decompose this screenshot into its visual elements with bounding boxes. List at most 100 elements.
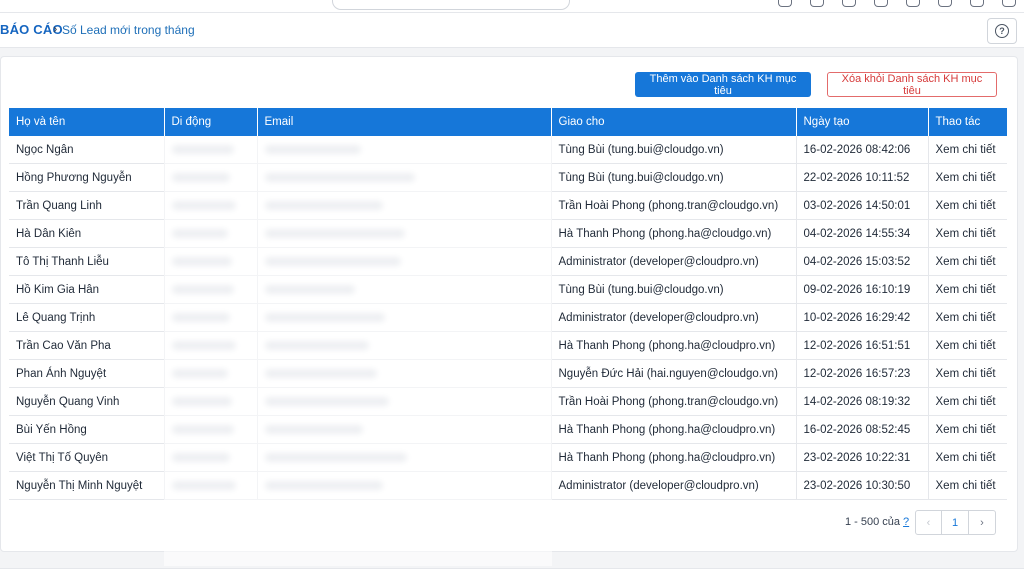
cell-name: Hồ Kim Gia Hân bbox=[9, 275, 165, 304]
redacted-value bbox=[264, 340, 369, 350]
pagination-info: 1 - 500 của? bbox=[845, 516, 909, 528]
settings-icon[interactable] bbox=[842, 0, 856, 7]
cell-created: 04-02-2026 14:55:34 bbox=[796, 219, 929, 248]
view-detail-link[interactable]: Xem chi tiết bbox=[928, 331, 1007, 360]
cell-email bbox=[257, 247, 552, 276]
pagination-total[interactable]: ? bbox=[903, 516, 909, 528]
cell-mobile bbox=[164, 219, 258, 248]
gear-icon[interactable] bbox=[1002, 0, 1016, 7]
table-row[interactable]: Lê Quang Trịnh Administrator (developer@c… bbox=[9, 303, 1007, 332]
cell-assignee: Hà Thanh Phong (phong.ha@cloudpro.vn) bbox=[551, 415, 797, 444]
redacted-value bbox=[264, 144, 361, 154]
cell-name: Bùi Yến Hồng bbox=[9, 415, 165, 444]
redacted-value bbox=[171, 452, 230, 462]
view-detail-link[interactable]: Xem chi tiết bbox=[928, 219, 1007, 248]
table-row[interactable]: Việt Thị Tố Quyên Hà Thanh Phong (phong.h… bbox=[9, 443, 1007, 472]
view-detail-link[interactable]: Xem chi tiết bbox=[928, 359, 1007, 388]
document-icon[interactable] bbox=[970, 0, 984, 7]
page-button-current[interactable]: 1 bbox=[942, 510, 969, 535]
global-search-input[interactable] bbox=[332, 0, 570, 10]
chat-icon[interactable] bbox=[906, 0, 920, 7]
redacted-value bbox=[171, 256, 232, 266]
pagination-controls: ‹ 1 › bbox=[915, 510, 996, 535]
cell-assignee: Nguyễn Đức Hải (hai.nguyen@cloudgo.vn) bbox=[551, 359, 797, 388]
cell-assignee: Administrator (developer@cloudpro.vn) bbox=[551, 303, 797, 332]
table-row[interactable]: Ngọc Ngân Tùng Bùi (tung.bui@cloudgo.vn) 1… bbox=[9, 136, 1007, 164]
previous-page-button[interactable]: ‹ bbox=[915, 510, 942, 535]
cell-name: Hà Dân Kiên bbox=[9, 219, 165, 248]
view-detail-link[interactable]: Xem chi tiết bbox=[928, 191, 1007, 220]
cell-mobile bbox=[164, 247, 258, 276]
table-row[interactable]: Nguyễn Thị Minh Nguyệt Administrator (dev… bbox=[9, 471, 1007, 500]
cell-created: 23-02-2026 10:22:31 bbox=[796, 443, 929, 472]
table-row[interactable]: Trần Cao Văn Pha Hà Thanh Phong (phong.ha… bbox=[9, 331, 1007, 360]
column-header-action: Thao tác bbox=[928, 108, 1007, 136]
cell-mobile bbox=[164, 471, 258, 500]
user-icon[interactable] bbox=[874, 0, 888, 7]
column-header-created[interactable]: Ngày tạo bbox=[796, 108, 929, 136]
column-header-email[interactable]: Email bbox=[257, 108, 552, 136]
table-row[interactable]: Bùi Yến Hồng Hà Thanh Phong (phong.ha@clo… bbox=[9, 415, 1007, 444]
cell-email bbox=[257, 191, 552, 220]
view-detail-link[interactable]: Xem chi tiết bbox=[928, 471, 1007, 500]
view-detail-link[interactable]: Xem chi tiết bbox=[928, 275, 1007, 304]
cell-assignee: Trần Hoài Phong (phong.tran@cloudgo.vn) bbox=[551, 191, 797, 220]
redacted-value bbox=[264, 452, 407, 462]
cell-mobile bbox=[164, 191, 258, 220]
table-row[interactable]: Tô Thị Thanh Liễu Administrator (develope… bbox=[9, 247, 1007, 276]
cell-mobile bbox=[164, 275, 258, 304]
column-header-assignee[interactable]: Giao cho bbox=[551, 108, 797, 136]
redacted-value bbox=[264, 200, 383, 210]
cell-name: Trần Quang Linh bbox=[9, 191, 165, 220]
redacted-value bbox=[171, 368, 228, 378]
cell-email bbox=[257, 303, 552, 332]
cell-created: 09-02-2026 16:10:19 bbox=[796, 275, 929, 304]
cell-created: 14-02-2026 08:19:32 bbox=[796, 387, 929, 416]
question-icon: ? bbox=[995, 24, 1009, 38]
view-detail-link[interactable]: Xem chi tiết bbox=[928, 387, 1007, 416]
help-button[interactable]: ? bbox=[987, 18, 1017, 44]
redacted-value bbox=[171, 340, 236, 350]
view-detail-link[interactable]: Xem chi tiết bbox=[928, 303, 1007, 332]
table-row[interactable]: Hồ Kim Gia Hân Tùng Bùi (tung.bui@cloudgo… bbox=[9, 275, 1007, 304]
table-row[interactable]: Phan Ánh Nguyệt Nguyễn Đức Hải (hai.nguye… bbox=[9, 359, 1007, 388]
table-row[interactable]: Nguyễn Quang Vinh Trần Hoài Phong (phong.… bbox=[9, 387, 1007, 416]
cell-assignee: Trần Hoài Phong (phong.tran@cloudgo.vn) bbox=[551, 387, 797, 416]
table-row[interactable]: Hà Dân Kiên Hà Thanh Phong (phong.ha@clou… bbox=[9, 219, 1007, 248]
view-detail-link[interactable]: Xem chi tiết bbox=[928, 415, 1007, 444]
cell-created: 10-02-2026 16:29:42 bbox=[796, 303, 929, 332]
cell-email bbox=[257, 275, 552, 304]
cell-mobile bbox=[164, 163, 258, 192]
cell-email bbox=[257, 163, 552, 192]
view-detail-link[interactable]: Xem chi tiết bbox=[928, 443, 1007, 472]
cell-created: 12-02-2026 16:57:23 bbox=[796, 359, 929, 388]
add-to-target-list-button[interactable]: Thêm vào Danh sách KH mục tiêu bbox=[635, 72, 811, 97]
cell-email bbox=[257, 331, 552, 360]
cell-mobile bbox=[164, 303, 258, 332]
cell-email bbox=[257, 415, 552, 444]
table-row[interactable]: Trần Quang Linh Trần Hoài Phong (phong.tr… bbox=[9, 191, 1007, 220]
cell-mobile bbox=[164, 359, 258, 388]
cell-assignee: Tùng Bùi (tung.bui@cloudgo.vn) bbox=[551, 136, 797, 164]
view-detail-link[interactable]: Xem chi tiết bbox=[928, 163, 1007, 192]
table-row[interactable]: Hồng Phương Nguyễn Tùng Bùi (tung.bui@clo… bbox=[9, 163, 1007, 192]
table-header-row: Họ và tên Di động Email Giao cho Ngày tạ… bbox=[9, 108, 1007, 136]
lead-table: Họ và tên Di động Email Giao cho Ngày tạ… bbox=[9, 108, 1007, 500]
cell-name: Nguyễn Quang Vinh bbox=[9, 387, 165, 416]
redacted-value bbox=[171, 200, 236, 210]
calendar-icon[interactable] bbox=[938, 0, 952, 7]
notification-icon[interactable] bbox=[778, 0, 792, 7]
cell-created: 22-02-2026 10:11:52 bbox=[796, 163, 929, 192]
cell-email bbox=[257, 471, 552, 500]
column-header-mobile[interactable]: Di động bbox=[164, 108, 258, 136]
next-page-button[interactable]: › bbox=[969, 510, 996, 535]
breadcrumb-current: Số Lead mới trong tháng bbox=[62, 23, 195, 37]
remove-from-target-list-button[interactable]: Xóa khỏi Danh sách KH mục tiêu bbox=[827, 72, 997, 97]
column-header-name[interactable]: Họ và tên bbox=[9, 108, 165, 136]
cell-assignee: Administrator (developer@cloudpro.vn) bbox=[551, 247, 797, 276]
view-detail-link[interactable]: Xem chi tiết bbox=[928, 136, 1007, 164]
clock-icon[interactable] bbox=[810, 0, 824, 7]
view-detail-link[interactable]: Xem chi tiết bbox=[928, 247, 1007, 276]
cell-assignee: Tùng Bùi (tung.bui@cloudgo.vn) bbox=[551, 163, 797, 192]
cell-assignee: Hà Thanh Phong (phong.ha@cloudpro.vn) bbox=[551, 331, 797, 360]
